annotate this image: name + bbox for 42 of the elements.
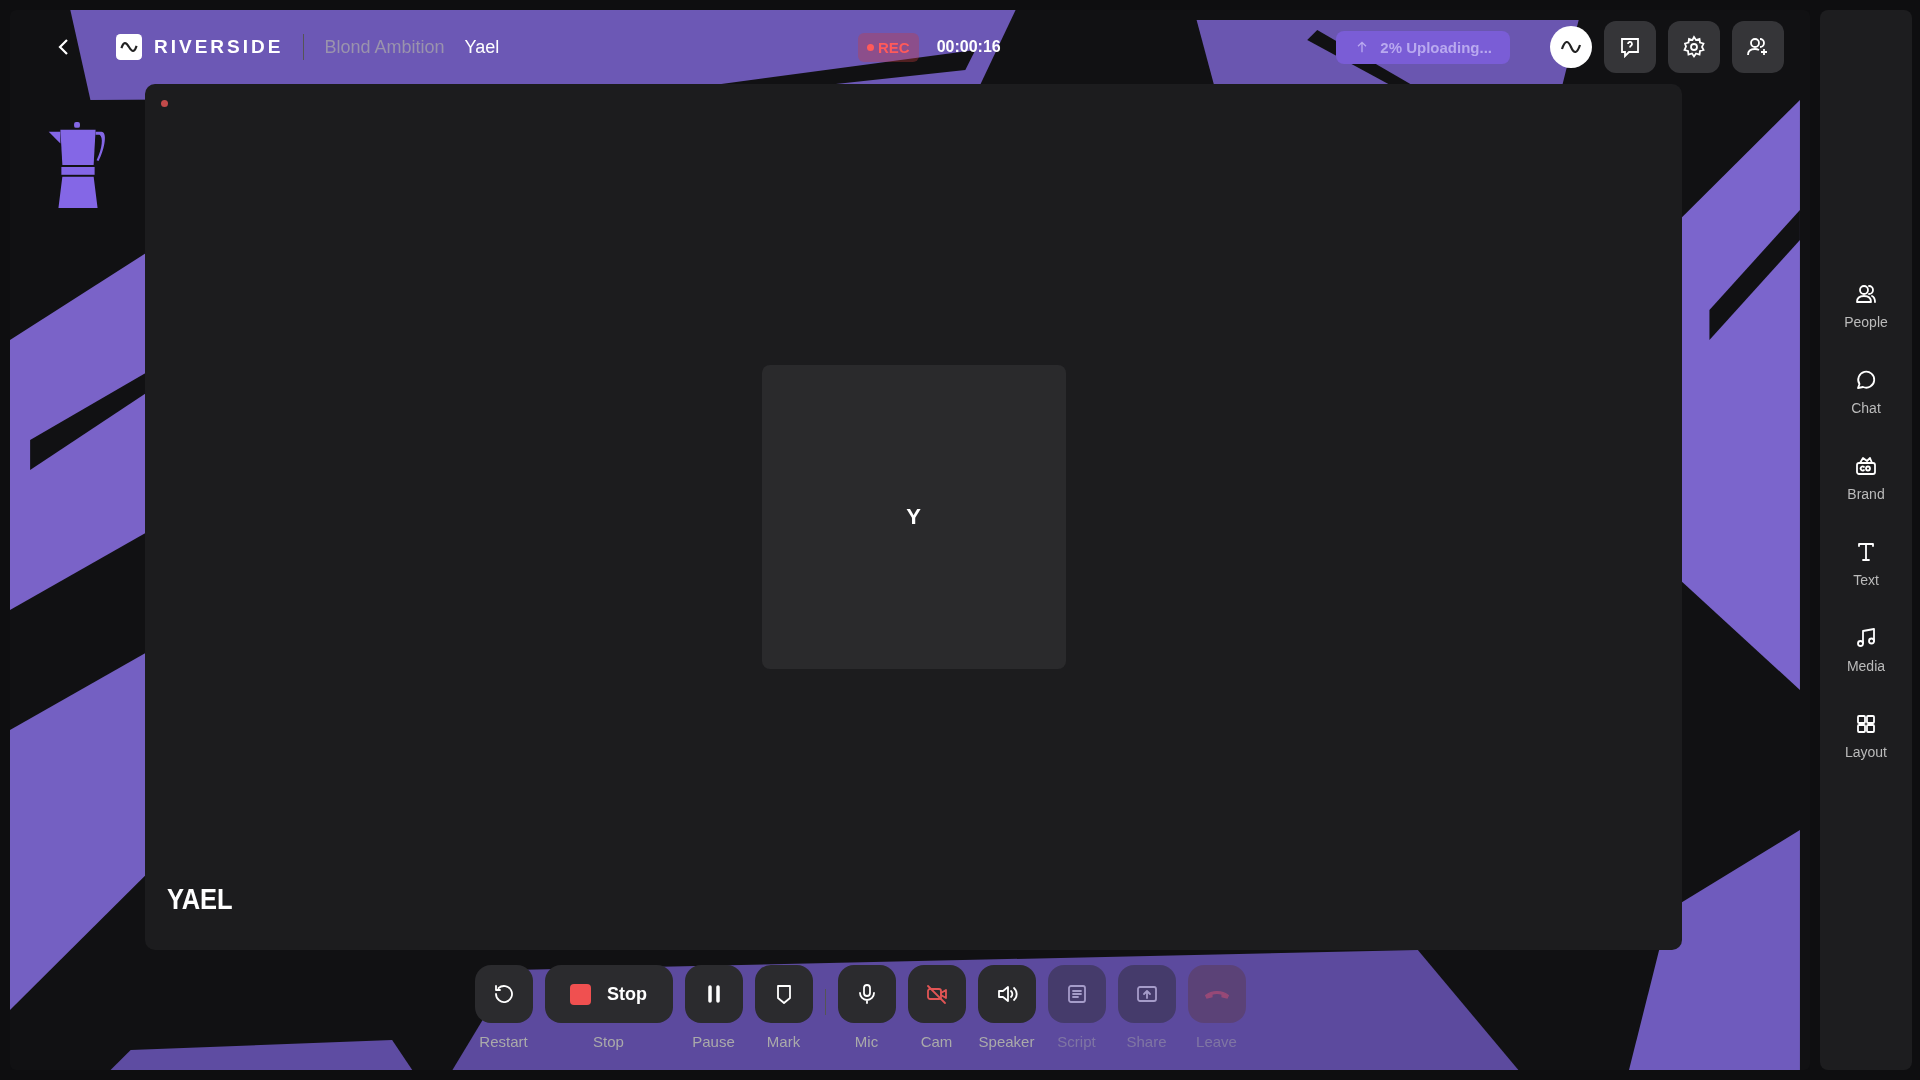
package-icon xyxy=(1854,454,1878,478)
camera-off-icon xyxy=(924,982,949,1006)
toolbar-label: Stop xyxy=(593,1033,624,1050)
speaker-name: YAEL xyxy=(167,882,233,916)
cam-button[interactable] xyxy=(907,965,966,1023)
help-button[interactable] xyxy=(1604,21,1656,73)
settings-icon xyxy=(1682,35,1706,59)
recording-timer: 00:00:16 xyxy=(936,38,1001,56)
toolbar-label: Cam xyxy=(920,1033,953,1050)
settings-button[interactable] xyxy=(1668,21,1720,73)
brand-name: RIVERSIDE xyxy=(154,36,284,58)
chat-icon xyxy=(1854,368,1878,392)
recording-badge: REC xyxy=(858,32,919,62)
wave-logo-icon xyxy=(116,34,142,60)
grid-icon xyxy=(1854,712,1878,736)
avatar-initial: Y xyxy=(906,504,921,530)
restart-button[interactable] xyxy=(474,965,533,1023)
help-chat-icon xyxy=(1618,35,1642,59)
upload-text: 2% Uploading... xyxy=(1380,38,1492,56)
invite-button[interactable] xyxy=(1732,21,1784,73)
stop-icon xyxy=(570,983,591,1005)
mic-button[interactable] xyxy=(837,965,896,1023)
participant-name: Yael xyxy=(464,36,500,58)
people-icon xyxy=(1854,282,1878,306)
project-title: Blond Ambition xyxy=(324,36,445,58)
sidebar-item[interactable]: Brand xyxy=(1847,454,1885,502)
stop-recording-button[interactable]: Stop xyxy=(544,965,673,1023)
toolbar-label: Pause xyxy=(692,1033,735,1050)
toolbar-label: Restart xyxy=(479,1033,528,1050)
mark-button[interactable] xyxy=(754,965,813,1023)
speaker-button[interactable] xyxy=(977,965,1036,1023)
pause-button[interactable] xyxy=(684,965,743,1023)
toolbar-label: Mic xyxy=(854,1033,879,1050)
sidebar-item[interactable]: Text xyxy=(1853,540,1879,588)
sidebar-item[interactable]: People xyxy=(1844,282,1888,330)
phone-icon xyxy=(1204,988,1229,1000)
sidebar-item[interactable]: Media xyxy=(1846,626,1886,674)
sidebar-item[interactable]: Chat xyxy=(1851,368,1881,416)
music-icon xyxy=(1854,626,1878,650)
sidebar-item[interactable]: Layout xyxy=(1844,712,1887,760)
toolbar-label: Mark xyxy=(766,1033,801,1050)
toolbar-label: Speaker xyxy=(978,1033,1035,1050)
